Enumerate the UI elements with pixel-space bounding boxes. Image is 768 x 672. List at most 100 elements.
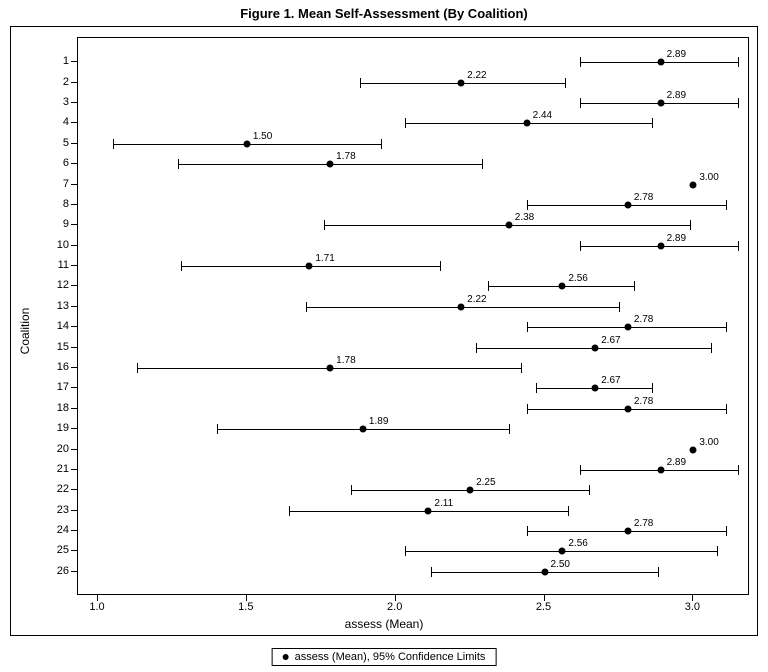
mean-label: 2.67 bbox=[601, 375, 620, 386]
ci-cap-high bbox=[652, 118, 653, 128]
mean-label: 2.78 bbox=[634, 192, 653, 203]
mean-point bbox=[592, 385, 599, 392]
y-tick-label: 21 bbox=[53, 463, 69, 475]
ci-cap-high bbox=[738, 57, 739, 67]
mean-label: 1.71 bbox=[315, 253, 334, 264]
y-tick-mark bbox=[71, 204, 77, 205]
y-tick-label: 5 bbox=[53, 137, 69, 149]
mean-point bbox=[467, 487, 474, 494]
ci-cap-high bbox=[738, 241, 739, 251]
ci-cap-high bbox=[690, 220, 691, 230]
ci-cap-low bbox=[527, 200, 528, 210]
mean-label: 2.11 bbox=[434, 498, 453, 509]
y-tick-label: 24 bbox=[53, 524, 69, 536]
ci-cap-low bbox=[405, 118, 406, 128]
y-tick-mark bbox=[71, 306, 77, 307]
ci-cap-low bbox=[488, 281, 489, 291]
y-tick-label: 15 bbox=[53, 341, 69, 353]
mean-point bbox=[690, 181, 697, 188]
y-tick-label: 19 bbox=[53, 422, 69, 434]
ci-cap-high bbox=[717, 546, 718, 556]
y-tick-mark bbox=[71, 61, 77, 62]
y-tick-label: 25 bbox=[53, 544, 69, 556]
mean-label: 2.22 bbox=[467, 294, 486, 305]
chart-title: Figure 1. Mean Self-Assessment (By Coali… bbox=[0, 6, 768, 21]
ci-cap-high bbox=[738, 98, 739, 108]
mean-point bbox=[327, 161, 334, 168]
mean-label: 2.78 bbox=[634, 314, 653, 325]
ci-cap-low bbox=[580, 465, 581, 475]
mean-point bbox=[624, 201, 631, 208]
ci-cap-low bbox=[527, 526, 528, 536]
y-tick-label: 13 bbox=[53, 300, 69, 312]
ci-cap-low bbox=[137, 363, 138, 373]
chart-frame: Figure 1. Mean Self-Assessment (By Coali… bbox=[0, 0, 768, 672]
x-tick-label: 2.0 bbox=[387, 601, 402, 613]
legend-dot-icon bbox=[283, 654, 289, 660]
legend: assess (Mean), 95% Confidence Limits bbox=[272, 648, 497, 666]
mean-label: 2.89 bbox=[667, 90, 686, 101]
mean-label: 2.67 bbox=[601, 335, 620, 346]
mean-point bbox=[458, 79, 465, 86]
mean-point bbox=[592, 344, 599, 351]
ci-cap-low bbox=[324, 220, 325, 230]
ci-cap-low bbox=[527, 322, 528, 332]
ci-cap-high bbox=[482, 159, 483, 169]
plot-outer: Coalition 2.892.222.892.441.501.783.002.… bbox=[10, 26, 758, 636]
ci-cap-high bbox=[658, 567, 659, 577]
y-tick-mark bbox=[71, 510, 77, 511]
y-tick-label: 11 bbox=[53, 259, 69, 271]
y-tick-label: 26 bbox=[53, 565, 69, 577]
y-tick-label: 18 bbox=[53, 402, 69, 414]
mean-point bbox=[559, 283, 566, 290]
ci-cap-high bbox=[509, 424, 510, 434]
mean-label: 2.25 bbox=[476, 477, 495, 488]
y-tick-label: 22 bbox=[53, 483, 69, 495]
y-tick-mark bbox=[71, 367, 77, 368]
y-tick-mark bbox=[71, 82, 77, 83]
mean-label: 3.00 bbox=[699, 437, 718, 448]
y-tick-mark bbox=[71, 245, 77, 246]
ci-cap-low bbox=[306, 302, 307, 312]
ci-cap-low bbox=[431, 567, 432, 577]
y-tick-mark bbox=[71, 224, 77, 225]
ci-cap-high bbox=[619, 302, 620, 312]
y-tick-mark bbox=[71, 408, 77, 409]
y-tick-label: 17 bbox=[53, 381, 69, 393]
y-tick-label: 8 bbox=[53, 198, 69, 210]
mean-label: 1.78 bbox=[336, 151, 355, 162]
ci-cap-high bbox=[634, 281, 635, 291]
mean-label: 2.78 bbox=[634, 396, 653, 407]
y-tick-mark bbox=[71, 387, 77, 388]
y-tick-label: 9 bbox=[53, 218, 69, 230]
ci-cap-low bbox=[536, 383, 537, 393]
y-tick-mark bbox=[71, 347, 77, 348]
mean-point bbox=[541, 568, 548, 575]
y-tick-mark bbox=[71, 469, 77, 470]
ci-cap-low bbox=[217, 424, 218, 434]
plot-area: 2.892.222.892.441.501.783.002.782.382.89… bbox=[77, 37, 749, 595]
y-tick-mark bbox=[71, 530, 77, 531]
legend-text: assess (Mean), 95% Confidence Limits bbox=[295, 651, 486, 663]
mean-point bbox=[327, 364, 334, 371]
mean-label: 2.89 bbox=[667, 49, 686, 60]
ci-cap-high bbox=[440, 261, 441, 271]
ci-cap-low bbox=[360, 78, 361, 88]
ci-cap-low bbox=[580, 241, 581, 251]
y-tick-label: 6 bbox=[53, 157, 69, 169]
x-tick-label: 2.5 bbox=[536, 601, 551, 613]
mean-point bbox=[624, 528, 631, 535]
ci-cap-high bbox=[726, 404, 727, 414]
y-tick-label: 14 bbox=[53, 320, 69, 332]
y-tick-mark bbox=[71, 428, 77, 429]
y-axis-label: Coalition bbox=[18, 308, 32, 355]
ci-cap-low bbox=[527, 404, 528, 414]
ci-cap-high bbox=[726, 322, 727, 332]
ci-cap-low bbox=[351, 485, 352, 495]
y-tick-mark bbox=[71, 550, 77, 551]
mean-point bbox=[624, 405, 631, 412]
y-tick-label: 12 bbox=[53, 279, 69, 291]
ci-cap-high bbox=[726, 526, 727, 536]
mean-point bbox=[243, 140, 250, 147]
mean-point bbox=[306, 263, 313, 270]
